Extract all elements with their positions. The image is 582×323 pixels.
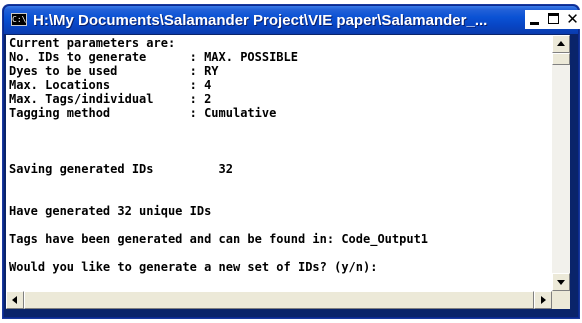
- horizontal-scroll-thumb[interactable]: [24, 291, 534, 309]
- vertical-scroll-thumb[interactable]: [552, 53, 570, 65]
- maximize-button[interactable]: [544, 10, 563, 29]
- maximize-icon: [548, 13, 559, 24]
- arrow-up-icon: [557, 41, 565, 46]
- scroll-up-button[interactable]: [552, 35, 570, 53]
- title-bar[interactable]: C:\ H:\My Documents\Salamander Project\V…: [4, 6, 581, 34]
- console-line: Dyes to be used : RY: [9, 64, 219, 78]
- horizontal-scrollbar[interactable]: [6, 291, 552, 309]
- scroll-left-button[interactable]: [6, 291, 24, 309]
- scroll-down-button[interactable]: [552, 273, 570, 291]
- console-line: Max. Locations : 4: [9, 78, 212, 92]
- arrow-right-icon: [541, 296, 546, 304]
- arrow-down-icon: [557, 280, 565, 285]
- console-line: Tags have been generated and can be foun…: [9, 232, 429, 246]
- console-line: Have generated 32 unique IDs: [9, 204, 212, 218]
- console-line: Tagging method : Cumulative: [9, 106, 277, 120]
- console-line: Current parameters are:: [9, 36, 176, 50]
- scroll-right-button[interactable]: [534, 291, 552, 309]
- console-line: No. IDs to generate : MAX. POSSIBLE: [9, 50, 298, 64]
- window-title: H:\My Documents\Salamander Project\VIE p…: [33, 12, 488, 29]
- vertical-scrollbar[interactable]: [552, 35, 570, 291]
- console-app-icon[interactable]: C:\: [11, 13, 27, 26]
- console-prompt: Would you like to generate a new set of …: [9, 260, 378, 274]
- close-icon: ✕: [566, 10, 579, 28]
- close-button[interactable]: ✕: [563, 10, 581, 29]
- minimize-button[interactable]: [525, 10, 544, 29]
- minimize-icon: [530, 22, 539, 25]
- scrollbar-corner: [552, 291, 570, 309]
- console-line: Saving generated IDs 32: [9, 162, 233, 176]
- console-line: Max. Tags/individual : 2: [9, 92, 212, 106]
- arrow-left-icon: [12, 296, 17, 304]
- console-output[interactable]: Current parameters are: No. IDs to gener…: [6, 35, 552, 291]
